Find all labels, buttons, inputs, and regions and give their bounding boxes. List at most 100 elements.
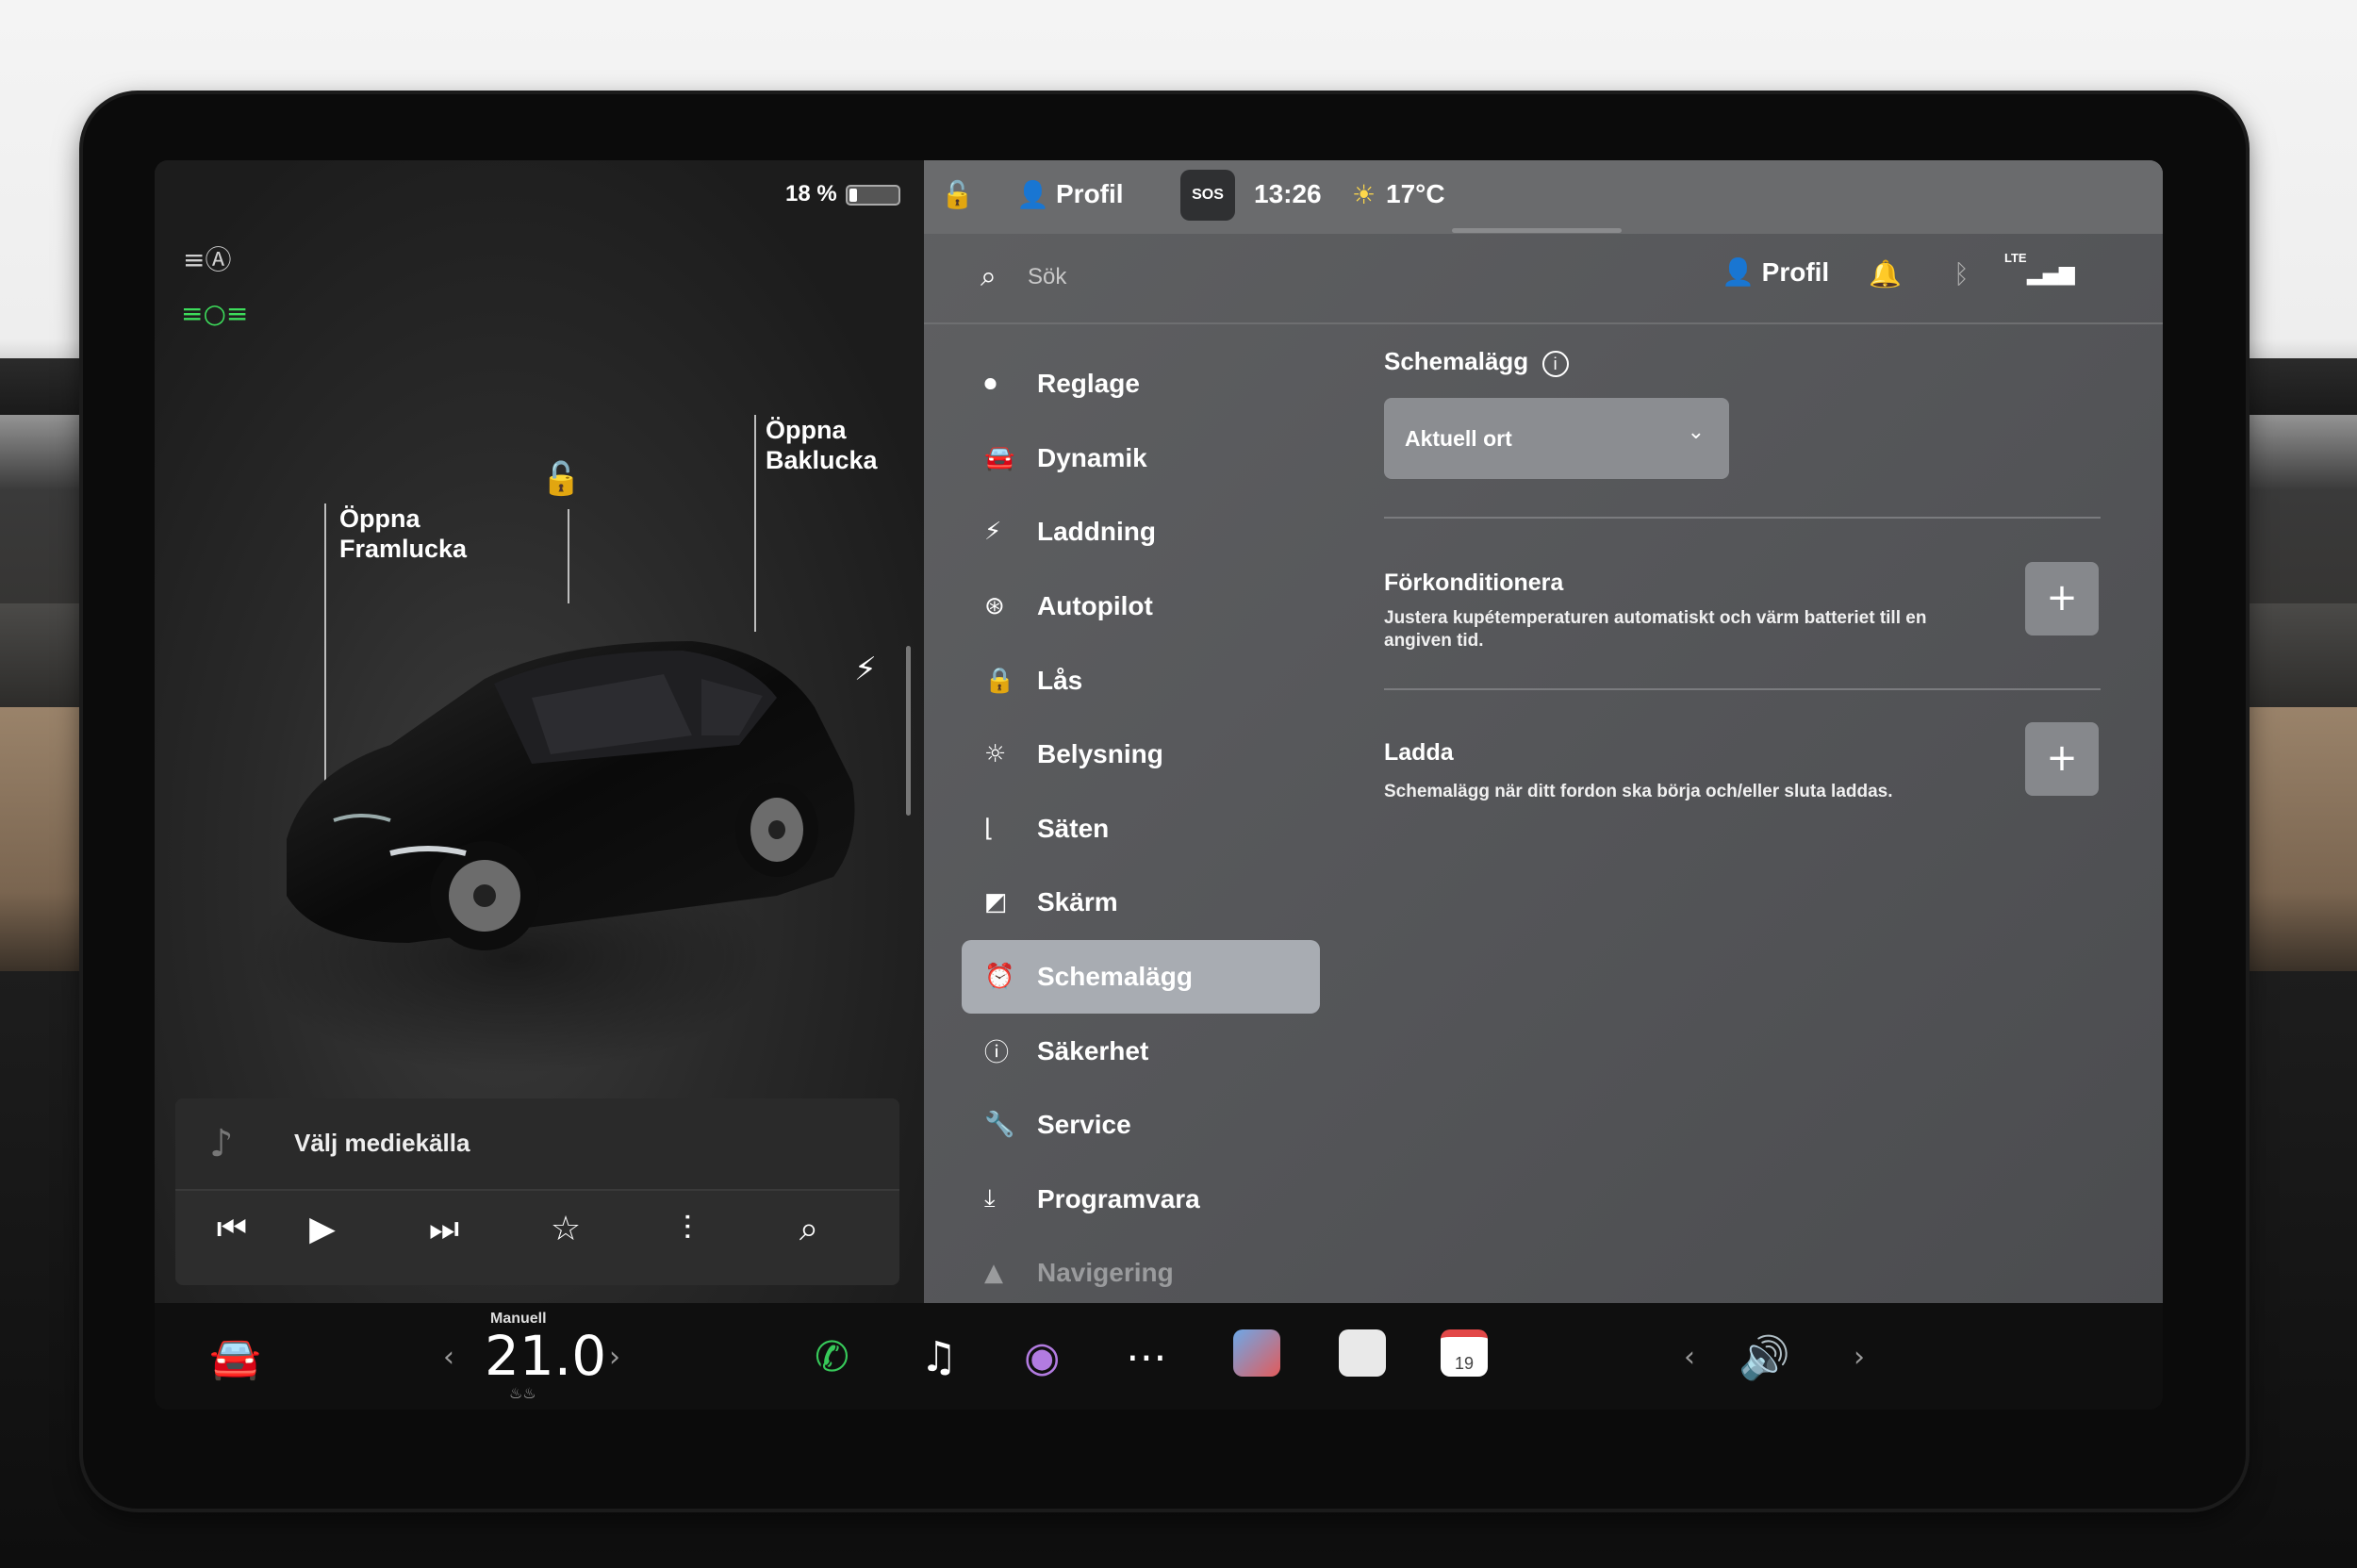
menu-item-label: Schemalägg: [1037, 962, 1193, 992]
menu-item-label: Autopilot: [1037, 591, 1153, 621]
outside-temperature: 17°C: [1386, 179, 1445, 208]
bluetooth-icon[interactable]: ᛒ: [1953, 258, 1970, 289]
lock-icon: 🔒: [984, 666, 1015, 695]
display-icon: ◩: [984, 888, 1008, 917]
settings-header: ⌕ 👤 Profil 🔔 ᛒ LTE ▂▄▆: [924, 234, 2163, 324]
lte-label: LTE: [2004, 251, 2027, 265]
seat-heater-icon[interactable]: ♨♨: [509, 1384, 536, 1402]
car-model-image[interactable]: [249, 585, 871, 981]
battery-percent: 18 %: [785, 181, 837, 206]
auto-headlights-icon[interactable]: ≡Ⓐ: [183, 239, 231, 277]
divider: [1384, 688, 2101, 690]
add-precondition-button[interactable]: +: [2025, 562, 2099, 635]
menu-item-label: Programvara: [1037, 1183, 1200, 1213]
manual-app-icon[interactable]: [1339, 1329, 1386, 1377]
volume-decrease-icon[interactable]: ‹: [1684, 1341, 1695, 1374]
menu-item-sakerhet[interactable]: ⓘ Säkerhet: [962, 1014, 1320, 1088]
menu-item-skarm[interactable]: ◩ Skärm: [962, 866, 1320, 940]
menu-item-saten[interactable]: ⌊ Säten: [962, 792, 1320, 867]
temp-increase-icon[interactable]: ›: [609, 1341, 620, 1374]
menu-item-label: Service: [1037, 1110, 1131, 1140]
charge-schedule-description: Schemalägg när ditt fordon ska börja och…: [1384, 782, 1893, 801]
unlock-status-icon[interactable]: 🔓: [941, 179, 974, 210]
media-player: ♪ Välj mediekälla ⏮ ▶ ⏭ ☆ ⫶ ⌕: [175, 1098, 899, 1285]
menu-item-programvara[interactable]: ⤓ Programvara: [962, 1163, 1320, 1237]
menu-item-reglage[interactable]: ⏺ Reglage: [962, 347, 1320, 421]
navigation-app-icon[interactable]: [1233, 1329, 1280, 1377]
info-icon[interactable]: i: [1541, 351, 1569, 377]
menu-item-label: Skärm: [1037, 887, 1118, 917]
scroll-indicator: [906, 646, 911, 816]
location-dropdown[interactable]: Aktuell ort ⌄: [1384, 398, 1729, 479]
media-search-icon[interactable]: ⌕: [781, 1210, 837, 1249]
open-frunk-label: Framlucka: [339, 535, 468, 563]
alert-icon: ⓘ: [984, 1039, 1010, 1068]
profile-button[interactable]: 👤 Profil: [1722, 256, 1829, 288]
search-icon: ⌕: [981, 260, 997, 293]
menu-item-belysning[interactable]: ☼ Belysning: [962, 718, 1320, 792]
menu-item-label: Laddning: [1037, 517, 1156, 547]
open-trunk-button[interactable]: Öppna Baklucka: [766, 415, 878, 475]
calendar-app-icon[interactable]: 19: [1441, 1329, 1488, 1377]
menu-item-label: Dynamik: [1037, 442, 1147, 472]
favorite-star-icon[interactable]: ☆: [537, 1210, 594, 1248]
open-frunk-button[interactable]: Öppna Framlucka: [339, 503, 467, 564]
signal-strength-icon: ▂▄▆: [2027, 262, 2075, 286]
temp-decrease-icon[interactable]: ‹: [443, 1341, 454, 1374]
music-icon[interactable]: ♫: [920, 1333, 957, 1381]
status-profile-label[interactable]: Profil: [1056, 179, 1124, 209]
download-icon: ⤓: [984, 1184, 996, 1213]
sos-button[interactable]: SOS: [1180, 170, 1235, 221]
menu-item-label: Säten: [1037, 813, 1110, 843]
media-source-selector[interactable]: ♪ Välj mediekälla: [175, 1098, 899, 1191]
navigation-icon: ▲: [984, 1259, 1003, 1288]
next-track-icon[interactable]: ⏭: [416, 1210, 472, 1249]
menu-item-navigering[interactable]: ▲ Navigering: [962, 1236, 1320, 1311]
volume-increase-icon[interactable]: ›: [1854, 1341, 1865, 1374]
status-bar: 🔓 👤 Profil SOS 13:26 ☀ 17°C: [924, 160, 2163, 234]
clock: 13:26: [1254, 179, 1322, 208]
profile-icon[interactable]: 👤: [1016, 179, 1049, 210]
profile-label: Profil: [1761, 257, 1830, 287]
menu-item-label: Lås: [1037, 665, 1083, 695]
car-controls-icon[interactable]: 🚘: [209, 1333, 261, 1382]
camera-icon[interactable]: ◉: [1024, 1333, 1060, 1381]
equalizer-icon[interactable]: ⫶: [659, 1210, 716, 1249]
alarm-clock-icon: ⏰: [984, 963, 1015, 992]
open-frunk-label: Öppna: [339, 504, 420, 533]
vehicle-panel: ≡Ⓐ ≡○≡ 18 % Öppna Framlucka Öppna Bakluc…: [155, 160, 924, 1303]
menu-item-las[interactable]: 🔒 Lås: [962, 643, 1320, 718]
schedule-heading: Schemalägg i: [1384, 347, 2101, 377]
seat-icon: ⌊: [984, 814, 995, 843]
menu-item-laddning[interactable]: ⚡ Laddning: [962, 495, 1320, 569]
cabin-temperature[interactable]: 21.0: [485, 1324, 606, 1388]
open-trunk-label: Öppna: [766, 416, 847, 444]
add-charge-schedule-button[interactable]: +: [2025, 722, 2099, 796]
volume-icon[interactable]: 🔊: [1739, 1333, 1790, 1382]
menu-item-dynamik[interactable]: 🚘 Dynamik: [962, 421, 1320, 496]
media-source-label: Välj mediekälla: [294, 1129, 470, 1157]
menu-item-autopilot[interactable]: ⊛ Autopilot: [962, 569, 1320, 644]
sun-icon: ☀: [1352, 179, 1376, 210]
unlock-icon[interactable]: 🔓: [541, 460, 581, 498]
wrench-icon: 🔧: [984, 1111, 1015, 1140]
settings-menu: ⏺ Reglage 🚘 Dynamik ⚡ Laddning ⊛ Autopil…: [962, 347, 1320, 1311]
music-note-icon: ♪: [209, 1122, 234, 1165]
precondition-description: Justera kupétemperaturen automatiskt och…: [1384, 608, 1927, 651]
more-apps-icon[interactable]: ⋯: [1126, 1333, 1167, 1381]
settings-panel: 🔓 👤 Profil SOS 13:26 ☀ 17°C ⌕ 👤 Profil 🔔…: [924, 160, 2163, 1303]
phone-icon[interactable]: ✆: [815, 1333, 849, 1381]
location-value: Aktuell ort: [1405, 426, 1512, 451]
menu-item-label: Navigering: [1037, 1258, 1174, 1288]
battery-icon: [846, 185, 900, 206]
play-icon[interactable]: ▶: [294, 1210, 351, 1248]
menu-item-schemalagg[interactable]: ⏰ Schemalägg: [962, 939, 1320, 1015]
menu-item-service[interactable]: 🔧 Service: [962, 1088, 1320, 1163]
precondition-title: Förkonditionera: [1384, 569, 1564, 596]
notification-bell-icon[interactable]: 🔔: [1869, 258, 1902, 289]
search-input[interactable]: [1028, 256, 1593, 298]
parking-lights-icon[interactable]: ≡○≡: [181, 298, 248, 329]
open-trunk-label: Baklucka: [766, 446, 878, 474]
pull-down-handle[interactable]: [1452, 228, 1622, 233]
previous-track-icon[interactable]: ⏮: [204, 1210, 260, 1249]
